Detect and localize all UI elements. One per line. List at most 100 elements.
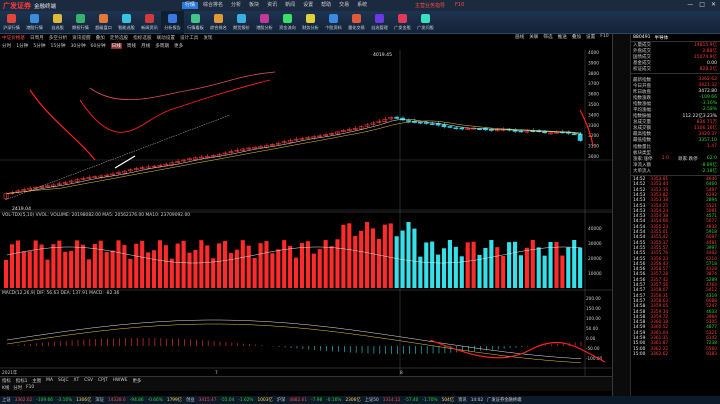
- menu-item-3[interactable]: 板块: [246, 2, 262, 9]
- indicator-tab-9[interactable]: 更多: [132, 378, 141, 384]
- tool-item-6[interactable]: 指标选股: [133, 35, 151, 41]
- tool-item-0[interactable]: 中证价格基: [2, 35, 25, 41]
- toolbar-button-18[interactable]: 广发问股: [414, 11, 437, 34]
- right-tool-6[interactable]: F10: [600, 34, 609, 40]
- period-4[interactable]: 30分钟: [71, 43, 86, 49]
- tool-item-4[interactable]: 叠加: [96, 35, 105, 41]
- period-2[interactable]: 5分钟: [33, 43, 45, 49]
- menu-item-5[interactable]: 新闻: [282, 2, 298, 9]
- period-10[interactable]: 更多: [174, 43, 183, 49]
- tool-item-3[interactable]: 资讯提醒: [72, 35, 90, 41]
- menu-item-4[interactable]: 资讯: [264, 2, 280, 9]
- minimize-icon[interactable]: —: [687, 1, 693, 8]
- status-item-1: 3362.62: [14, 397, 33, 403]
- tick-price: 3355.42: [650, 235, 669, 241]
- right-tool-2[interactable]: 筛选: [543, 34, 552, 40]
- toolbar-button-6[interactable]: 新闻资讯: [138, 11, 161, 34]
- toolbar-button-13[interactable]: 财务分析: [299, 11, 322, 34]
- toolbar-button-9[interactable]: 综合排名: [207, 11, 230, 34]
- status-item-5: 深证: [95, 398, 104, 403]
- menu-item-2[interactable]: 分析: [228, 2, 244, 9]
- period-9[interactable]: 多周期: [155, 43, 169, 49]
- title-link-0[interactable]: 主营业务指导: [415, 2, 445, 9]
- date-axis-label: 2021年: [2, 369, 18, 376]
- candle-body: [68, 180, 74, 183]
- menu-item-6[interactable]: 设置: [300, 2, 316, 9]
- status-item-14: 1003亿: [257, 398, 273, 403]
- tool-item-2[interactable]: 多空分析: [49, 35, 67, 41]
- volume-bar: [489, 240, 494, 288]
- indicator-tab-6[interactable]: CSV: [84, 378, 93, 383]
- tool-item-5[interactable]: 走势选股: [110, 35, 128, 41]
- tool-item-8[interactable]: 设计工具: [180, 35, 198, 41]
- right-tool-5[interactable]: 设置: [586, 34, 595, 40]
- toolbar-button-7[interactable]: 分析报告: [161, 11, 184, 34]
- toolbar-label: 港股分析: [256, 25, 273, 30]
- indicator-tab-3[interactable]: MA: [46, 378, 53, 383]
- period-3[interactable]: 15分钟: [50, 43, 65, 49]
- toolbar-button-0[interactable]: 沪深行情: [0, 11, 23, 34]
- toolbar-button-2[interactable]: 自选股: [46, 11, 69, 34]
- title-link-1[interactable]: F10: [455, 2, 464, 9]
- sidebar-scroll-rail[interactable]: [613, 34, 631, 396]
- close-icon[interactable]: ✕: [711, 1, 716, 8]
- indicator-tab-1[interactable]: 指标1: [16, 378, 28, 384]
- toolbar-button-15[interactable]: 量化交易: [345, 11, 368, 34]
- tool-item-7[interactable]: 联动设置: [157, 35, 175, 41]
- toolbar-button-1[interactable]: 港股行情: [23, 11, 46, 34]
- candle-body: [264, 145, 269, 148]
- toolbar-button-16[interactable]: 自选管理: [368, 11, 391, 34]
- menu-item-7[interactable]: 帮助: [318, 2, 334, 9]
- period-7[interactable]: 周线: [127, 43, 136, 49]
- period-5[interactable]: 60分钟: [91, 43, 106, 49]
- view-tab-1[interactable]: 分时: [13, 385, 22, 391]
- price-axis-label: 3900: [588, 60, 599, 66]
- toolbar-button-4[interactable]: 超级盘口: [92, 11, 115, 34]
- toolbar-button-14[interactable]: 个股资料: [322, 11, 345, 34]
- view-tab-2[interactable]: F10: [26, 385, 34, 390]
- menu-item-8[interactable]: 交易: [336, 2, 352, 9]
- tool-item-9[interactable]: 发现: [203, 35, 212, 41]
- kline-chart-area[interactable]: 4000 3900 3800 3700 3600 3500 3400 3300 3200 3100…: [0, 50, 612, 376]
- sidebar-key: 板块类型: [633, 150, 651, 156]
- indicator-tab-5[interactable]: XT: [74, 378, 80, 383]
- right-tool-0[interactable]: 画线: [515, 34, 524, 40]
- volume-bar: [51, 244, 56, 288]
- tick-volume: 6460: [706, 182, 717, 188]
- indicator-tab-2[interactable]: 主图: [32, 378, 41, 384]
- status-item-6: 14328.6: [108, 397, 126, 403]
- indicator-tab-0[interactable]: 指标: [2, 378, 11, 384]
- period-0[interactable]: 分时: [2, 43, 11, 49]
- menu-item-0[interactable]: 行情: [182, 2, 199, 9]
- toolbar-button-10[interactable]: 期货报价: [230, 11, 253, 34]
- maximize-icon[interactable]: □: [699, 1, 705, 8]
- menu-item-9[interactable]: 系统: [354, 2, 370, 9]
- toolbar-button-11[interactable]: 港股分析: [253, 11, 276, 34]
- volume-bar: [311, 253, 316, 288]
- toolbar-button-17[interactable]: 广发金股: [391, 11, 414, 34]
- right-tool-3[interactable]: 推送: [558, 34, 567, 40]
- volume-indicator-text: VOL-TDX(5,10) VVOL: VOLUME: 20198082.00 …: [2, 212, 191, 218]
- candle-body: [577, 133, 583, 141]
- indicator-tab-8[interactable]: HWWE: [113, 378, 128, 383]
- right-tool-4[interactable]: 叠加: [572, 34, 581, 40]
- toolbar-button-12[interactable]: 资金流向: [276, 11, 299, 34]
- toolbar-button-3[interactable]: 期权行情: [69, 11, 92, 34]
- period-6[interactable]: 日线: [110, 43, 122, 49]
- tick-volume: 5521: [706, 203, 717, 209]
- indicator-tab-4[interactable]: SGJC: [58, 378, 69, 383]
- right-tool-1[interactable]: 关联: [529, 34, 538, 40]
- volume-bar: [465, 242, 470, 288]
- period-1[interactable]: 1分钟: [16, 43, 28, 49]
- tool-item-1[interactable]: 日周月: [30, 35, 44, 41]
- toolbar-button-8[interactable]: 行情看板: [184, 11, 207, 34]
- volume-bar: [146, 252, 151, 288]
- menu-item-1[interactable]: 综合排名: [200, 2, 226, 9]
- indicator-tab-7[interactable]: CPJT: [98, 378, 108, 383]
- period-8[interactable]: 月线: [141, 43, 150, 49]
- toolbar-button-5[interactable]: 智能选股: [115, 11, 138, 34]
- view-tab-0[interactable]: K线: [2, 385, 9, 391]
- volume-bar: [578, 247, 583, 288]
- toolbar-label: 分析报告: [164, 25, 181, 30]
- tick-volume: 5560: [706, 346, 717, 352]
